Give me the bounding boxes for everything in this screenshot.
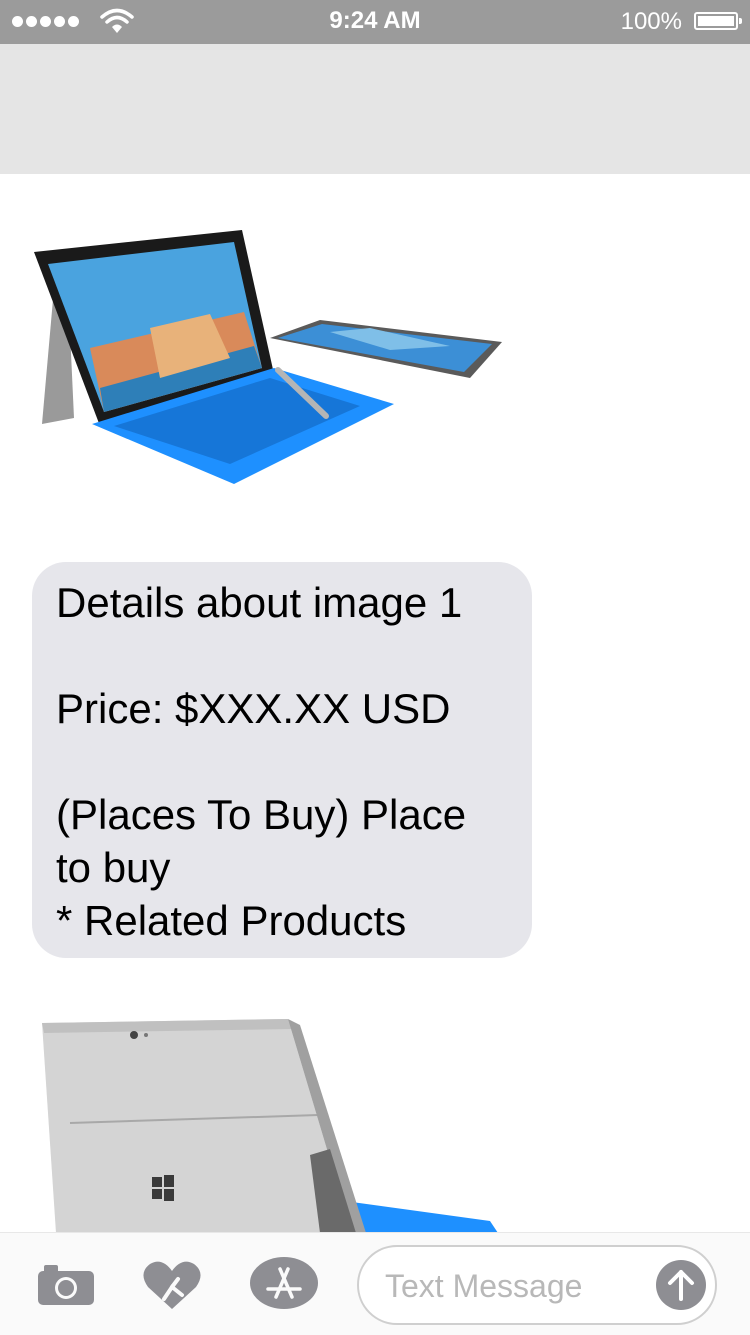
battery-percentage: 100%: [620, 8, 682, 35]
navigation-bar: [0, 44, 750, 174]
message-input-container: [357, 1245, 717, 1325]
text-message-field[interactable]: [383, 1261, 637, 1311]
message-bubble[interactable]: Details about image 1 Price: $XXX.XX USD…: [32, 562, 532, 958]
product-image-surface-front: [34, 230, 502, 484]
arrow-up-icon[interactable]: [655, 1259, 707, 1311]
battery-icon: [694, 12, 742, 30]
product-image-surface-back: [42, 1019, 498, 1233]
bubble-line-price: Price: $XXX.XX USD: [56, 685, 451, 732]
message-input-bar: [0, 1232, 750, 1335]
status-bar: 9:24 AM 100%: [0, 0, 750, 44]
heart-hands-icon[interactable]: [142, 1259, 202, 1311]
app-store-icon[interactable]: [248, 1255, 320, 1311]
bubble-line-places: (Places To Buy) Place to buy: [56, 791, 467, 891]
bubble-line-details: Details about image 1: [56, 579, 463, 626]
bubble-line-related: * Related Products: [56, 897, 407, 944]
camera-icon[interactable]: [36, 1263, 96, 1307]
